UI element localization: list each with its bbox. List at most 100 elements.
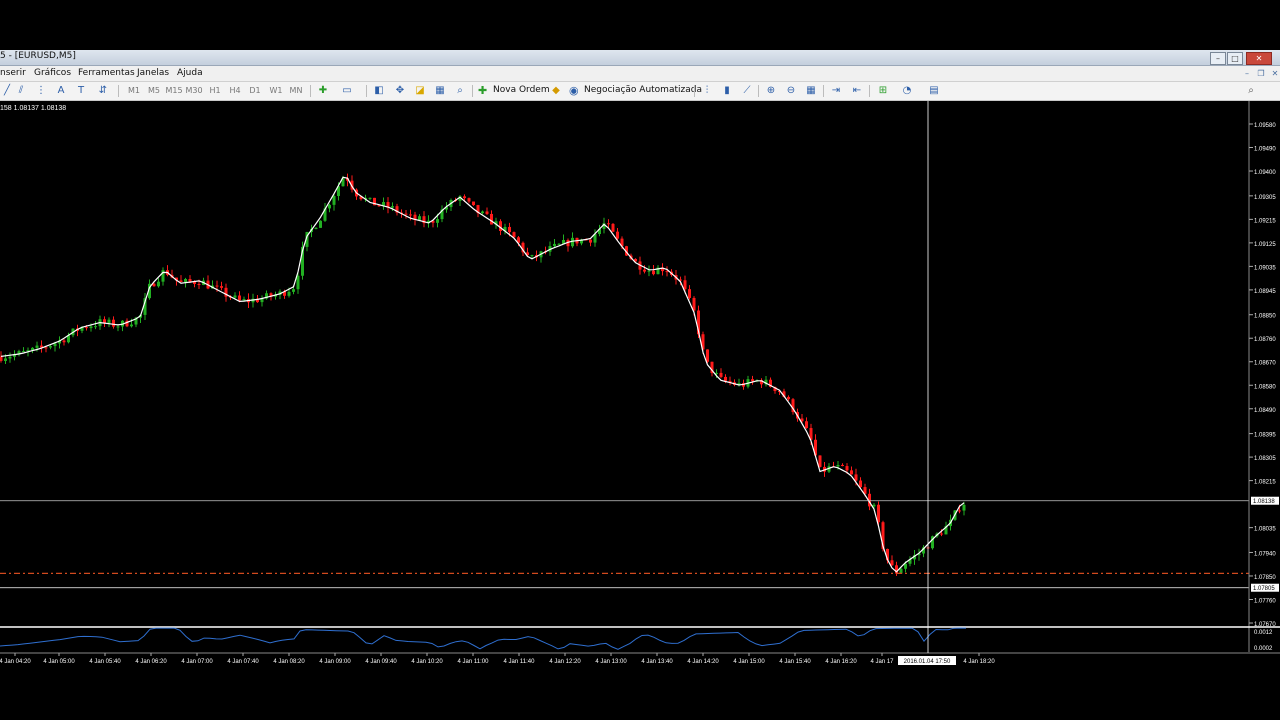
low-price-label: 1.07805 [1253,586,1275,592]
time-tick-label: 4 Jan 07:40 [227,659,259,665]
terminal-icon[interactable]: ▦ [433,84,447,98]
candle-body [314,227,318,229]
profiles-icon[interactable]: ▭ [340,84,354,98]
arrows-tool-icon[interactable]: ⇵ [96,84,110,98]
candle-body [292,289,295,292]
time-tick-label: 4 Jan 11:40 [504,659,536,665]
close-button[interactable]: ✕ [1246,52,1272,65]
price-tick-label: 1.07760 [1254,598,1276,604]
text-tool-icon[interactable]: A [54,84,68,98]
candle [319,220,322,228]
periods-icon[interactable]: ◔ [900,84,914,98]
menu-item-windows[interactable]: Janelas [137,68,169,78]
search-icon[interactable]: ⌕ [1244,84,1258,98]
toolbar-separator [823,85,824,97]
candle [611,222,615,233]
mdi-restore-icon[interactable]: ❐ [1256,69,1266,78]
bar-chart-icon[interactable]: ⫶ [700,84,714,98]
minimize-button[interactable]: – [1210,52,1226,65]
candle-body [4,358,7,361]
price-tick-label: 1.08035 [1254,527,1276,533]
timeframe-w1-button[interactable]: W1 [267,84,285,98]
price-tick-label: 1.07850 [1254,575,1276,581]
candle-body [904,563,907,569]
candle-body [94,326,97,328]
price-tick-label: 1.08395 [1254,433,1276,439]
navigator-icon[interactable]: ✥ [393,84,407,98]
timeframe-m30-button[interactable]: M30 [185,84,203,98]
candlestick-icon[interactable]: ▮ [720,84,734,98]
candle-body [607,223,610,225]
window-title: 5 - [EURUSD,M5] [0,51,76,61]
auto-trading-button[interactable]: ◉ Negociação Automatizada [569,83,702,98]
chart-shift-icon[interactable]: ⇤ [850,84,864,98]
indicators-icon[interactable]: ⊞ [876,84,890,98]
candle-body [751,379,754,382]
time-tick-label: 4 Jan 16:20 [825,659,857,665]
price-chart[interactable]: 1.09580 1.09490 1.09400 1.09305 1.09215 1.091… [0,101,1280,670]
maximize-button[interactable]: □ [1227,52,1243,65]
grid-tool-icon[interactable]: ⋮ [34,84,48,98]
timeframe-h4-button[interactable]: H4 [226,84,244,98]
candle-body [706,349,709,362]
candle-body [8,356,12,359]
price-tick-label: 1.09580 [1254,123,1276,129]
new-order-label: Nova Ordem [493,85,550,95]
candle-body [508,226,511,233]
mdi-minimize-icon[interactable]: – [1242,69,1252,78]
timeframe-h1-button[interactable]: H1 [206,84,224,98]
market-watch-icon[interactable]: ◧ [372,84,386,98]
auto-trading-icon: ◉ [569,84,579,97]
candle-body [787,396,790,400]
candle-body [85,327,88,329]
data-window-icon[interactable]: ◪ [413,84,427,98]
candle-body [616,231,619,239]
channel-tool-icon[interactable]: ⫽ [14,84,28,98]
candle-body [688,289,691,298]
candle-body [130,324,133,327]
timeframe-d1-button[interactable]: D1 [246,84,264,98]
candle-body [116,326,120,328]
menu-item-tools[interactable]: Ferramentas [78,68,135,78]
templates-icon[interactable]: ▤ [927,84,941,98]
zoom-in-icon[interactable]: ⊕ [764,84,778,98]
candle-body [242,299,246,301]
candle-body [287,291,291,296]
candle-body [22,351,25,353]
candle-body [652,270,655,275]
chart-canvas[interactable]: 1.09580 1.09490 1.09400 1.09305 1.09215 1.091… [0,101,1280,670]
zoom-out-icon[interactable]: ⊖ [784,84,798,98]
mdi-close-icon[interactable]: ✕ [1270,69,1280,78]
candle-body [35,345,39,348]
menu-item-help[interactable]: Ajuda [177,68,203,78]
candle-body [836,464,840,467]
candle-body [220,286,223,288]
candle-body [512,232,516,238]
label-tool-icon[interactable]: T [74,84,88,98]
candle-body [872,504,876,507]
time-tick-label: 4 Jan 15:40 [779,659,811,665]
strategy-tester-icon[interactable]: ⌕ [453,84,467,98]
menu-bar: nserir Gráficos Ferramentas Janelas Ajud… [0,66,1280,82]
line-tool-icon[interactable]: ╱ [0,84,14,98]
candle-body [463,196,466,199]
auto-scroll-icon[interactable]: ⇥ [829,84,843,98]
timeframe-m15-button[interactable]: M15 [165,84,183,98]
new-chart-icon[interactable]: ✚ [316,84,330,98]
toolbar: ╱ ⫽ ⋮ A T ⇵ M1 M5 M15 M30 H1 H4 D1 W1 MN… [0,82,1280,101]
candle-body [368,197,372,199]
candle-body [197,284,201,286]
candle-body [485,211,489,214]
timeframe-m5-button[interactable]: M5 [145,84,163,98]
timeframe-m1-button[interactable]: M1 [125,84,143,98]
candle-body [665,271,669,273]
candle-body [112,319,115,327]
menu-item-charts[interactable]: Gráficos [34,68,71,78]
meta-editor-icon[interactable]: ◆ [549,84,563,98]
menu-item-insert[interactable]: nserir [0,68,26,78]
timeframe-mn-button[interactable]: MN [287,84,305,98]
line-chart-icon[interactable]: ⟋ [740,84,754,98]
tile-windows-icon[interactable]: ▦ [804,84,818,98]
cursor-time-label: 2016.01.04 17:50 [904,659,951,665]
new-order-button[interactable]: ✚ Nova Ordem [478,83,550,98]
